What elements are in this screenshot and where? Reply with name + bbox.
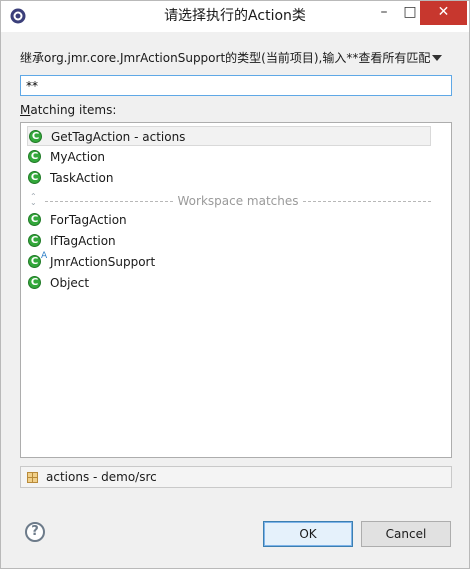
class-icon-letter: C — [30, 172, 39, 183]
separator-label: Workspace matches — [177, 194, 299, 208]
cancel-button[interactable]: Cancel — [361, 521, 451, 547]
minimize-button[interactable]: – — [371, 1, 397, 25]
list-item[interactable]: C IfTagAction — [27, 231, 431, 251]
list-item[interactable]: C A JmrActionSupport — [27, 251, 431, 272]
class-icon: C — [28, 234, 41, 247]
list-item-label: GetTagAction - actions — [51, 130, 186, 144]
class-icon-letter: C — [30, 214, 39, 225]
list-item[interactable]: C TaskAction — [27, 168, 431, 188]
filter-input[interactable] — [20, 75, 452, 96]
dialog-window: 请选择执行的Action类 – □ ✕ 继承org.jmr.core.JmrAc… — [0, 0, 470, 569]
abstract-class-icon: C — [28, 255, 41, 268]
list-item-label: Object — [50, 276, 90, 290]
list-item[interactable]: C MyAction — [27, 147, 431, 167]
class-icon-letter: C — [31, 131, 40, 142]
class-icon-letter: C — [30, 151, 39, 162]
class-icon: C — [28, 171, 41, 184]
matching-items-list[interactable]: C GetTagAction - actions C MyAction C Ta… — [20, 122, 452, 458]
list-item-label: TaskAction — [50, 171, 114, 185]
list-item[interactable]: C Object — [27, 273, 431, 293]
separator-icon: ⌃ ⌄ — [30, 192, 37, 207]
class-icon: C — [28, 213, 41, 226]
description-text: 继承org.jmr.core.JmrActionSupport的类型(当前项目)… — [20, 51, 431, 65]
workspace-matches-separator: ⌃ ⌄ Workspace matches — [27, 192, 431, 208]
matching-items-label: Matching items: — [20, 103, 116, 117]
class-icon: C — [28, 150, 41, 163]
selected-item-status: actions - demo/src — [20, 466, 452, 488]
list-item-label: MyAction — [50, 150, 106, 164]
title-bar[interactable]: 请选择执行的Action类 – □ ✕ — [1, 1, 469, 32]
separator-line-left — [45, 201, 173, 202]
class-icon: C — [29, 130, 42, 143]
status-text: actions - demo/src — [46, 470, 157, 484]
separator-line-right — [303, 201, 431, 202]
class-icon: C — [28, 276, 41, 289]
matching-items-mnemonic: M — [20, 103, 31, 117]
list-item[interactable]: C GetTagAction - actions — [27, 126, 431, 146]
class-icon-letter: C — [30, 277, 39, 288]
class-icon-letter: C — [30, 235, 39, 246]
close-button[interactable]: ✕ — [420, 1, 467, 25]
class-icon-letter: C — [30, 256, 39, 267]
list-item[interactable]: C ForTagAction — [27, 210, 431, 230]
matching-items-label-text: atching items: — [30, 103, 117, 117]
help-icon[interactable]: ? — [25, 522, 45, 542]
list-item-label: JmrActionSupport — [50, 255, 156, 269]
abstract-marker: A — [41, 251, 48, 261]
package-icon — [27, 472, 38, 483]
description-row: 继承org.jmr.core.JmrActionSupport的类型(当前项目)… — [20, 49, 454, 67]
list-item-label: IfTagAction — [50, 234, 116, 248]
view-menu-dropdown-icon[interactable] — [432, 55, 442, 61]
ok-button[interactable]: OK — [263, 521, 353, 547]
list-item-label: ForTagAction — [50, 213, 127, 227]
